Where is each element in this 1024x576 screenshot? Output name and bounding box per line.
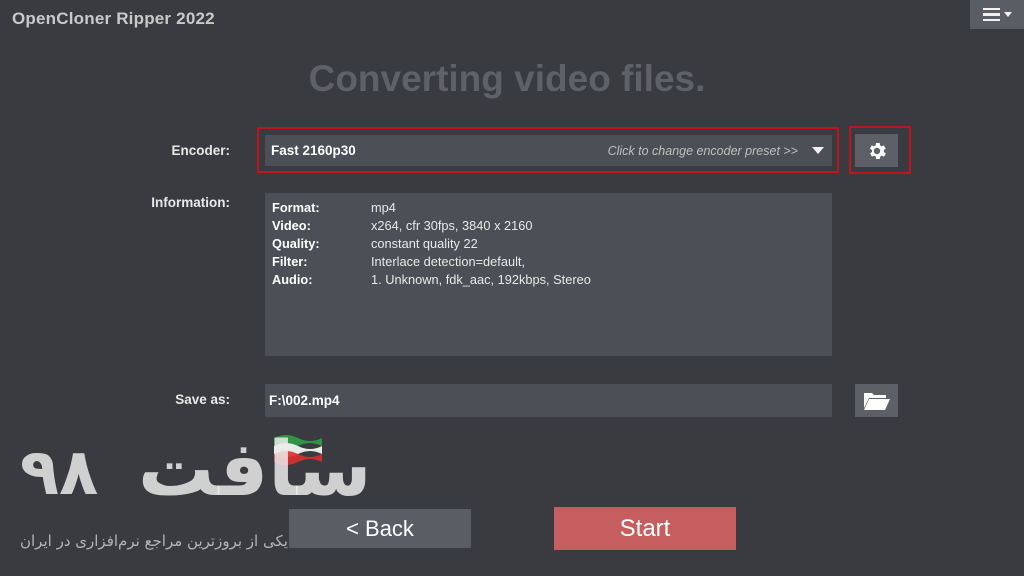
info-value: constant quality 22 [371, 235, 478, 251]
encoder-value: Fast 2160p30 [271, 143, 356, 158]
info-value: 1. Unknown, fdk_aac, 192kbps, Stereo [371, 272, 591, 288]
info-key: Quality: [272, 235, 320, 251]
info-key: Video: [272, 217, 311, 233]
encoder-preset-dropdown[interactable]: Fast 2160p30 Click to change encoder pre… [265, 135, 832, 166]
back-button[interactable]: < Back [289, 509, 471, 548]
dropdown-arrow-icon [812, 147, 824, 154]
info-row-format: Format: mp4 [272, 198, 825, 216]
save-path-field[interactable]: F:\002.mp4 [265, 384, 832, 417]
info-key: Filter: [272, 254, 308, 270]
browse-folder-button[interactable] [855, 384, 898, 417]
menu-button[interactable] [970, 0, 1024, 29]
encoder-settings-button[interactable] [855, 134, 898, 167]
info-value: x264, cfr 30fps, 3840 x 2160 [371, 217, 533, 233]
save-as-label: Save as: [175, 392, 230, 407]
info-value: mp4 [371, 199, 396, 215]
information-label: Information: [151, 195, 230, 210]
info-key: Format: [272, 199, 320, 215]
info-row-quality: Quality: constant quality 22 [272, 234, 825, 252]
info-value: Interlace detection=default, [371, 254, 526, 270]
chevron-down-icon [1003, 12, 1012, 17]
info-row-video: Video: x264, cfr 30fps, 3840 x 2160 [272, 216, 825, 234]
folder-open-icon [863, 392, 890, 410]
start-button[interactable]: Start [554, 507, 736, 550]
watermark-number: ۹۸ [20, 436, 99, 510]
hamburger-menu-icon [982, 7, 1000, 22]
info-row-filter: Filter: Interlace detection=default, [272, 253, 825, 271]
page-heading: Converting video files. [308, 58, 706, 99]
encoder-label: Encoder: [171, 143, 230, 158]
gear-icon [869, 142, 886, 159]
information-panel: Format: mp4 Video: x264, cfr 30fps, 3840… [265, 193, 832, 356]
info-row-audio: Audio: 1. Unknown, fdk_aac, 192kbps, Ste… [272, 271, 825, 289]
app-title: OpenCloner Ripper 2022 [12, 9, 215, 28]
encoder-hint: Click to change encoder preset >> [607, 143, 798, 158]
info-key: Audio: [272, 272, 313, 288]
watermark-brand: سافت [138, 424, 372, 513]
